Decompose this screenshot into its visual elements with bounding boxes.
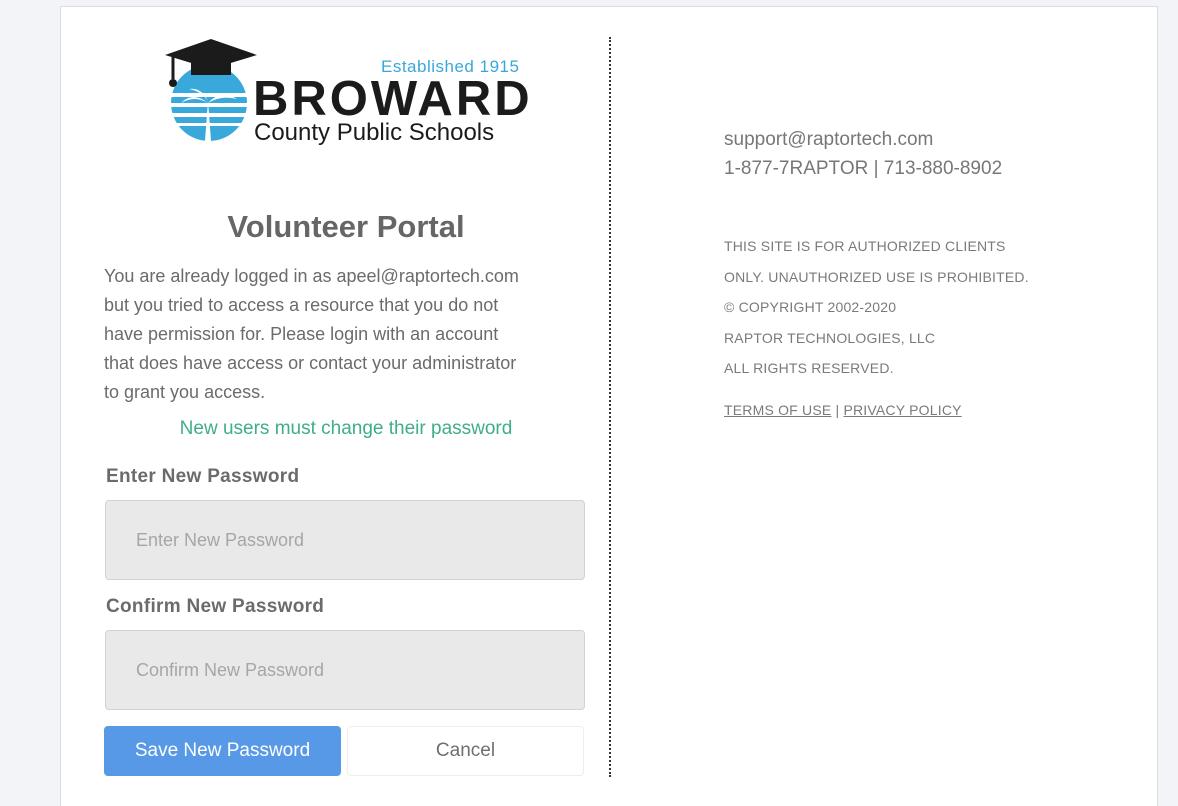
legal-line: ALL RIGHTS RESERVED. <box>724 360 894 376</box>
brand-name: BROWARD <box>253 72 533 126</box>
page-title: Volunteer Portal <box>227 209 465 244</box>
support-contact: support@raptortech.com 1-877-7RAPTOR | 7… <box>724 125 1002 183</box>
confirm-password-label: Confirm New Password <box>106 596 325 617</box>
save-password-button[interactable]: Save New Password <box>104 726 341 776</box>
message-line: that does have access or contact your ad… <box>104 353 517 373</box>
brand-subtitle: County Public Schools <box>254 119 495 146</box>
access-message: You are already logged in as apeel@rapto… <box>104 262 584 407</box>
password-change-notice: New users must change their password <box>179 418 513 439</box>
legal-notice: THIS SITE IS FOR AUTHORIZED CLIENTS ONLY… <box>724 231 1029 384</box>
link-separator: | <box>831 402 844 418</box>
login-card: Established 1915 BROWARD County Public S… <box>60 6 1158 806</box>
message-line: have permission for. Please login with a… <box>104 324 499 344</box>
new-password-label: Enter New Password <box>106 466 300 487</box>
message-line: to grant you access. <box>104 382 266 402</box>
terms-of-use-link[interactable]: TERMS OF USE <box>724 402 831 418</box>
message-line: You are already logged in as apeel@rapto… <box>104 266 519 286</box>
graduation-cap-globe-icon <box>165 39 257 141</box>
privacy-policy-link[interactable]: PRIVACY POLICY <box>843 402 961 418</box>
legal-line: THIS SITE IS FOR AUTHORIZED CLIENTS <box>724 238 1006 254</box>
confirm-password-input[interactable] <box>105 630 585 710</box>
support-phone: 1-877-7RAPTOR | 713-880-8902 <box>724 158 1003 179</box>
message-line: but you tried to access a resource that … <box>104 295 499 315</box>
column-divider <box>609 37 611 777</box>
new-password-input[interactable] <box>105 500 585 580</box>
cancel-button[interactable]: Cancel <box>347 726 584 776</box>
broward-logo: Established 1915 BROWARD County Public S… <box>161 37 531 147</box>
legal-line: ONLY. UNAUTHORIZED USE IS PROHIBITED. <box>724 268 1029 285</box>
support-email: support@raptortech.com <box>724 129 934 150</box>
legal-line: © COPYRIGHT 2002-2020 <box>724 299 897 315</box>
legal-line: RAPTOR TECHNOLOGIES, LLC <box>724 329 936 346</box>
footer-links: TERMS OF USE | PRIVACY POLICY <box>724 402 962 418</box>
